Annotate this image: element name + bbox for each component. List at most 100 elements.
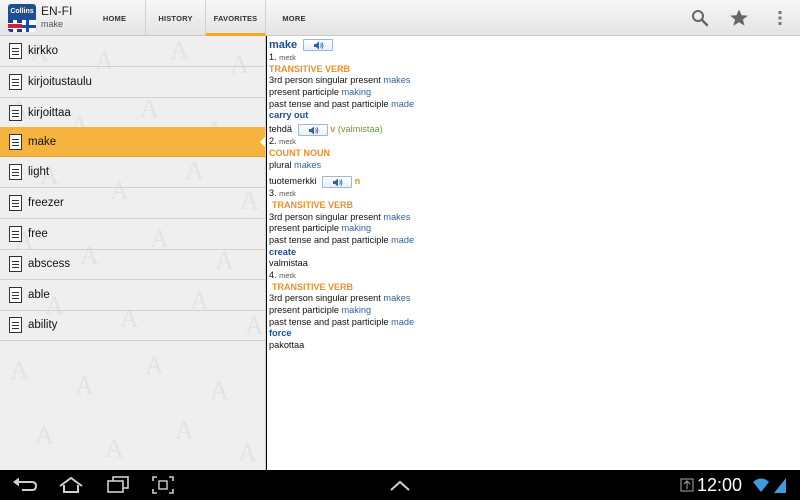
list-item[interactable]: kirjoittaa (0, 98, 265, 129)
list-item[interactable]: kirjoitustaulu (0, 67, 265, 98)
inflection-label: 3rd person singular present (269, 211, 381, 222)
list-item[interactable]: abscess (0, 249, 265, 280)
translation: valmistaa (269, 258, 308, 269)
document-icon (9, 195, 22, 211)
plural-link[interactable]: makes (294, 160, 321, 170)
inflection-link[interactable]: made (391, 99, 414, 109)
dictionary-entry: make 1. meɪk TRANSITIVE VERB 3rd person … (269, 38, 414, 352)
translation-line: tuotemerkki n (269, 174, 414, 188)
inflection-link[interactable]: made (391, 235, 414, 245)
inflection-link[interactable]: made (391, 317, 414, 327)
inflection-label: past tense and past participle (269, 316, 389, 327)
document-icon (9, 164, 22, 180)
inflection-link[interactable]: makes (383, 75, 410, 85)
list-item-label: light (28, 166, 50, 178)
recent-apps-icon[interactable] (106, 476, 130, 499)
document-icon (9, 133, 22, 150)
list-item-label: kirjoitustaulu (28, 76, 92, 88)
finland-flag-icon (22, 20, 36, 32)
sense-number: 4. (269, 270, 277, 280)
clock: 12:00 (697, 475, 743, 495)
part-of-speech: TRANSITIVE VERB (272, 199, 354, 210)
part-of-speech: TRANSITIVE VERB (269, 63, 351, 74)
sense-number: 2. (269, 136, 277, 147)
favorites-list: AAAA AAAA AAAA AAAA AAAA AAAA AAAA kirkk… (0, 36, 266, 470)
home-icon[interactable] (58, 476, 84, 499)
inflection-label: present participle (269, 305, 339, 316)
entry-pane: make 1. meɪk TRANSITIVE VERB 3rd person … (267, 36, 800, 470)
list-item-label: able (28, 289, 50, 301)
document-icon (9, 226, 22, 242)
tab-history[interactable]: HISTORY (146, 0, 206, 36)
translation-pos: n (354, 176, 361, 187)
document-icon (9, 317, 22, 333)
speaker-icon (333, 178, 343, 187)
list-item[interactable]: light (0, 157, 265, 188)
document-icon (9, 43, 22, 59)
inflection-label: past tense and past participle (269, 98, 389, 109)
document-icon (9, 256, 22, 272)
speaker-icon (308, 126, 318, 135)
translation: pakottaa (269, 340, 305, 351)
audio-button[interactable] (322, 175, 353, 188)
list-item-label: make (28, 135, 57, 148)
tab-more[interactable]: MORE (266, 0, 322, 36)
back-icon[interactable] (12, 476, 38, 499)
list-item[interactable]: able (0, 280, 265, 311)
list-item-label: freezer (28, 197, 64, 209)
document-icon (9, 105, 22, 121)
translation-pos: v (330, 124, 336, 135)
system-bar: 12:00 (0, 470, 800, 500)
list-item[interactable]: kirkko (0, 36, 265, 67)
tab-bar: HOME HISTORY FAVORITES MORE (84, 0, 322, 36)
list-item[interactable]: free (0, 219, 265, 250)
inflection-label: 3rd person singular present (269, 293, 381, 304)
action-bar: Collins EN-FI make HOME HISTORY FAVORITE… (0, 0, 800, 36)
inflection-line: past tense and past participle made (269, 235, 414, 247)
tab-home[interactable]: HOME (84, 0, 146, 36)
inflection-line: past tense and past participle made (269, 317, 414, 329)
inflection-label: past tense and past participle (269, 234, 389, 245)
inflection-line: 3rd person singular present makes (269, 212, 414, 224)
inflection-line: present participle making (269, 87, 414, 99)
translation: tuotemerkki (269, 176, 317, 187)
search-icon[interactable] (690, 8, 710, 28)
document-icon (9, 74, 22, 90)
inflection-link[interactable]: making (342, 223, 372, 233)
tab-favorites[interactable]: FAVORITES (206, 0, 266, 36)
audio-button[interactable] (303, 39, 334, 52)
inflection-line: present participle making (269, 223, 414, 235)
inflection-link[interactable]: makes (383, 212, 410, 222)
inflection-link[interactable]: making (342, 87, 372, 97)
current-word: make (41, 19, 64, 29)
pronunciation: meɪk (279, 189, 296, 199)
audio-button[interactable] (297, 123, 328, 136)
star-icon[interactable] (729, 8, 749, 28)
language-flags (8, 20, 36, 32)
sense-header: 3. meɪk (269, 188, 414, 200)
screenshot-icon[interactable] (152, 476, 174, 499)
sense-phrase: force (269, 328, 292, 339)
list-item[interactable]: ability (0, 310, 265, 341)
sense-header: 2. meɪk (269, 136, 414, 148)
list-item-selected[interactable]: make (0, 127, 265, 157)
inflection-link[interactable]: making (342, 305, 372, 315)
wifi-icon (752, 477, 770, 498)
app-title: EN-FI (41, 4, 73, 18)
sense-number: 1. (269, 52, 277, 62)
up-chevron-icon[interactable] (389, 479, 411, 497)
pronunciation: meɪk (279, 53, 296, 62)
inflection-line: past tense and past participle made (269, 99, 414, 111)
app-logo[interactable]: Collins (8, 4, 36, 32)
overflow-menu-icon[interactable] (770, 8, 790, 28)
part-of-speech: COUNT NOUN (269, 147, 330, 158)
uk-flag-icon (8, 20, 22, 32)
sense-header: 4. meɪk (269, 270, 414, 282)
list-item[interactable]: freezer (0, 188, 265, 219)
plural-line: plural makes (269, 160, 414, 172)
inflection-label: 3rd person singular present (269, 75, 381, 86)
list-item-label: kirjoittaa (28, 107, 71, 119)
list-item-label: kirkko (28, 45, 59, 57)
inflection-link[interactable]: makes (383, 293, 410, 303)
list-item-label: free (28, 228, 48, 240)
